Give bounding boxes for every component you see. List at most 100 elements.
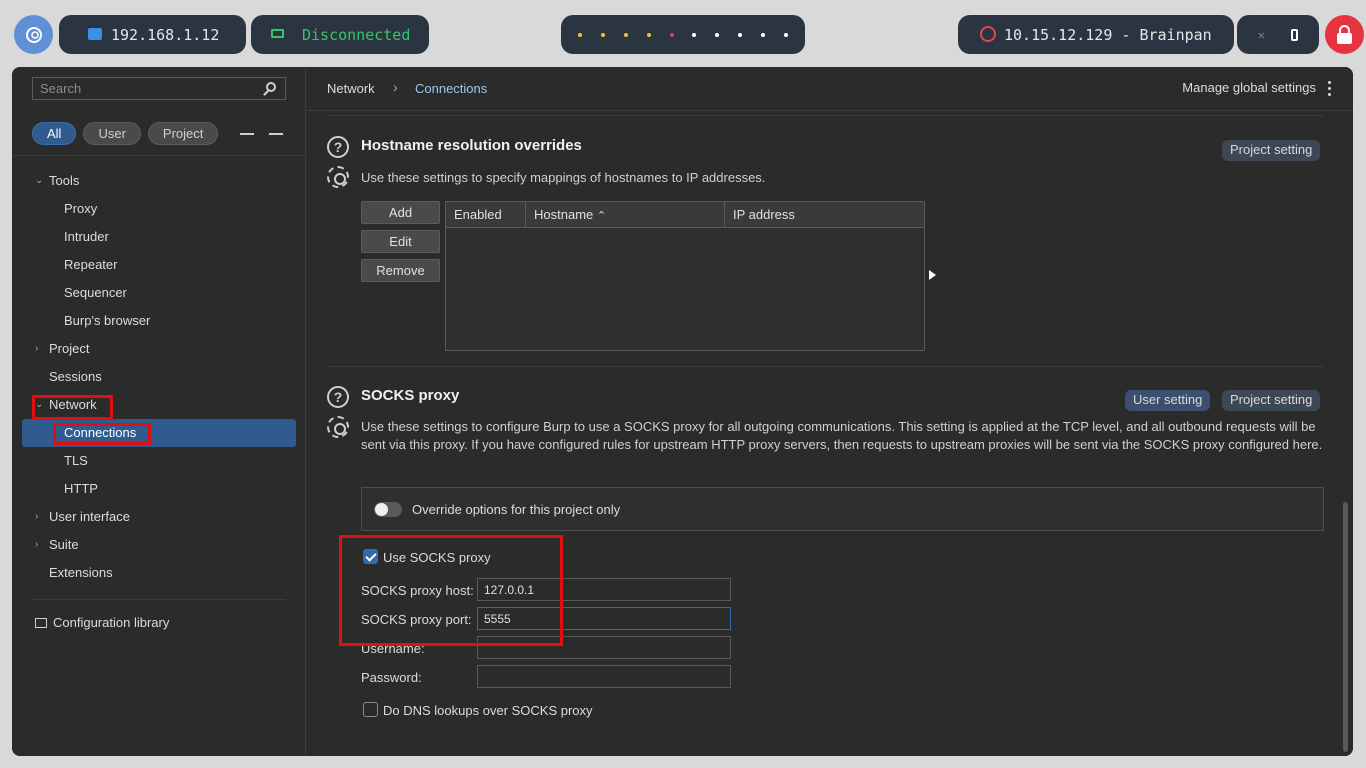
settings-content: ? Hostname resolution overrides Use thes… — [307, 112, 1353, 756]
workspace-dot[interactable] — [760, 32, 765, 37]
remove-button[interactable]: Remove — [361, 259, 440, 282]
column-hostname[interactable]: Hostname ⌃ — [526, 202, 725, 228]
dns-over-socks-label: Do DNS lookups over SOCKS proxy — [383, 703, 593, 718]
workspace-switcher[interactable] — [561, 15, 805, 54]
password-field[interactable] — [477, 665, 731, 688]
filter-user[interactable]: User — [83, 122, 141, 145]
settings-main: Network › Connections Manage global sett… — [307, 67, 1353, 756]
book-icon — [35, 618, 47, 628]
workspace-dot[interactable] — [646, 32, 651, 37]
tree-item-user-interface[interactable]: › User interface — [22, 503, 296, 531]
breadcrumb: Network › Connections Manage global sett… — [307, 67, 1353, 111]
sort-ascending-icon: ⌃ — [596, 210, 607, 222]
chevron-right-icon: › — [35, 343, 39, 354]
ip-indicator[interactable]: 192.168.1.12 — [59, 15, 246, 54]
hostname-table[interactable]: Enabled Hostname ⌃ IP address — [445, 201, 925, 351]
gear-icon[interactable] — [327, 416, 349, 438]
divider — [12, 155, 306, 156]
workspace-dot-active[interactable] — [669, 32, 674, 37]
override-toggle[interactable] — [374, 502, 402, 517]
dns-over-socks-checkbox[interactable] — [363, 702, 378, 717]
highlight-box-socks-settings — [339, 535, 563, 646]
help-icon[interactable]: ? — [327, 136, 349, 158]
edit-button[interactable]: Edit — [361, 230, 440, 253]
tree-item-burps-browser[interactable]: Burp's browser — [22, 307, 296, 335]
lock-screen-button[interactable] — [1325, 15, 1364, 54]
system-tray: ✕ — [1237, 15, 1319, 54]
override-options-panel: Override options for this project only — [361, 487, 1324, 531]
battery-icon[interactable] — [1291, 28, 1299, 41]
filter-project[interactable]: Project — [147, 122, 219, 145]
vpn-indicator[interactable]: Disconnected — [251, 15, 429, 54]
socks-section-title: SOCKS proxy — [361, 387, 460, 404]
workspace-dot[interactable] — [623, 32, 628, 37]
override-label: Override options for this project only — [412, 502, 621, 517]
top-bar: 192.168.1.12 Disconnected 10.15.12.129 -… — [0, 0, 1366, 68]
divider — [327, 366, 1323, 367]
ip-address: 192.168.1.12 — [111, 25, 220, 44]
chevron-right-icon: › — [35, 539, 39, 550]
project-setting-tag: Project setting — [1222, 140, 1321, 161]
password-label: Password: — [361, 670, 422, 685]
network-icon — [88, 28, 102, 40]
vpn-status: Disconnected — [302, 25, 411, 44]
help-icon[interactable]: ? — [327, 386, 349, 408]
project-setting-tag: Project setting — [1222, 390, 1321, 411]
gear-icon[interactable] — [327, 166, 349, 188]
tree-item-repeater[interactable]: Repeater — [22, 251, 296, 279]
chevron-down-icon: ⌄ — [35, 175, 44, 186]
laptop-icon — [271, 29, 284, 38]
breadcrumb-connections: Connections — [415, 81, 488, 96]
settings-sidebar: All User Project ⌄Tools Proxy Intruder R… — [12, 67, 306, 756]
settings-window: All User Project ⌄Tools Proxy Intruder R… — [12, 67, 1353, 756]
workspace-dot[interactable] — [737, 32, 742, 37]
tree-item-sequencer[interactable]: Sequencer — [22, 279, 296, 307]
tree-item-suite[interactable]: › Suite — [22, 531, 296, 559]
chevron-right-icon: › — [393, 79, 398, 95]
highlight-box-connections — [53, 423, 151, 445]
tree-item-http[interactable]: HTTP — [22, 475, 296, 503]
volume-muted-icon[interactable]: ✕ — [1258, 29, 1270, 41]
search-input[interactable] — [40, 81, 260, 96]
target-indicator[interactable]: 10.15.12.129 - Brainpan — [958, 15, 1234, 54]
user-setting-tag: User setting — [1125, 390, 1211, 411]
highlight-box-network — [32, 395, 113, 420]
divider — [32, 599, 286, 600]
table-header: Enabled Hostname ⌃ IP address — [446, 202, 924, 228]
crosshair-icon — [980, 26, 996, 42]
add-button[interactable]: Add — [361, 201, 440, 224]
socks-section-description: Use these settings to configure Burp to … — [361, 419, 1323, 452]
tree-item-extensions[interactable]: Extensions — [22, 559, 296, 587]
distro-logo-icon[interactable] — [14, 15, 53, 54]
column-ip-address[interactable]: IP address — [725, 202, 924, 228]
configuration-library-link[interactable]: Configuration library — [35, 615, 169, 630]
settings-tree: ⌄ Tools Proxy Intruder Repeater Sequencer… — [22, 167, 296, 587]
filter-all[interactable]: All — [32, 122, 77, 145]
expand-all-icon[interactable] — [240, 127, 254, 141]
workspace-dot[interactable] — [783, 32, 788, 37]
arrow-right-icon — [929, 270, 936, 280]
manage-global-settings[interactable]: Manage global settings — [1182, 80, 1316, 95]
tree-item-tools[interactable]: ⌄ Tools — [22, 167, 296, 195]
chevron-right-icon: › — [35, 511, 39, 522]
hostname-section-title: Hostname resolution overrides — [361, 137, 582, 154]
tree-item-proxy[interactable]: Proxy — [22, 195, 296, 223]
filter-chips: All User Project — [32, 122, 219, 145]
tree-item-project[interactable]: › Project — [22, 335, 296, 363]
workspace-dot[interactable] — [578, 32, 583, 37]
breadcrumb-network[interactable]: Network — [327, 81, 375, 96]
tree-item-sessions[interactable]: Sessions — [22, 363, 296, 391]
tree-item-intruder[interactable]: Intruder — [22, 223, 296, 251]
workspace-dot[interactable] — [601, 32, 606, 37]
hostname-section-description: Use these settings to specify mappings o… — [361, 170, 766, 185]
workspace-dot[interactable] — [692, 32, 697, 37]
collapse-all-icon[interactable] — [269, 127, 283, 141]
tree-item-tls[interactable]: TLS — [22, 447, 296, 475]
search-icon[interactable] — [266, 82, 276, 92]
scrollbar-thumb[interactable] — [1343, 502, 1348, 752]
column-enabled[interactable]: Enabled — [446, 202, 526, 228]
kebab-menu-icon[interactable] — [1328, 81, 1331, 96]
target-text: 10.15.12.129 - Brainpan — [1004, 25, 1212, 44]
workspace-dot[interactable] — [715, 32, 720, 37]
search-box[interactable] — [32, 77, 286, 100]
